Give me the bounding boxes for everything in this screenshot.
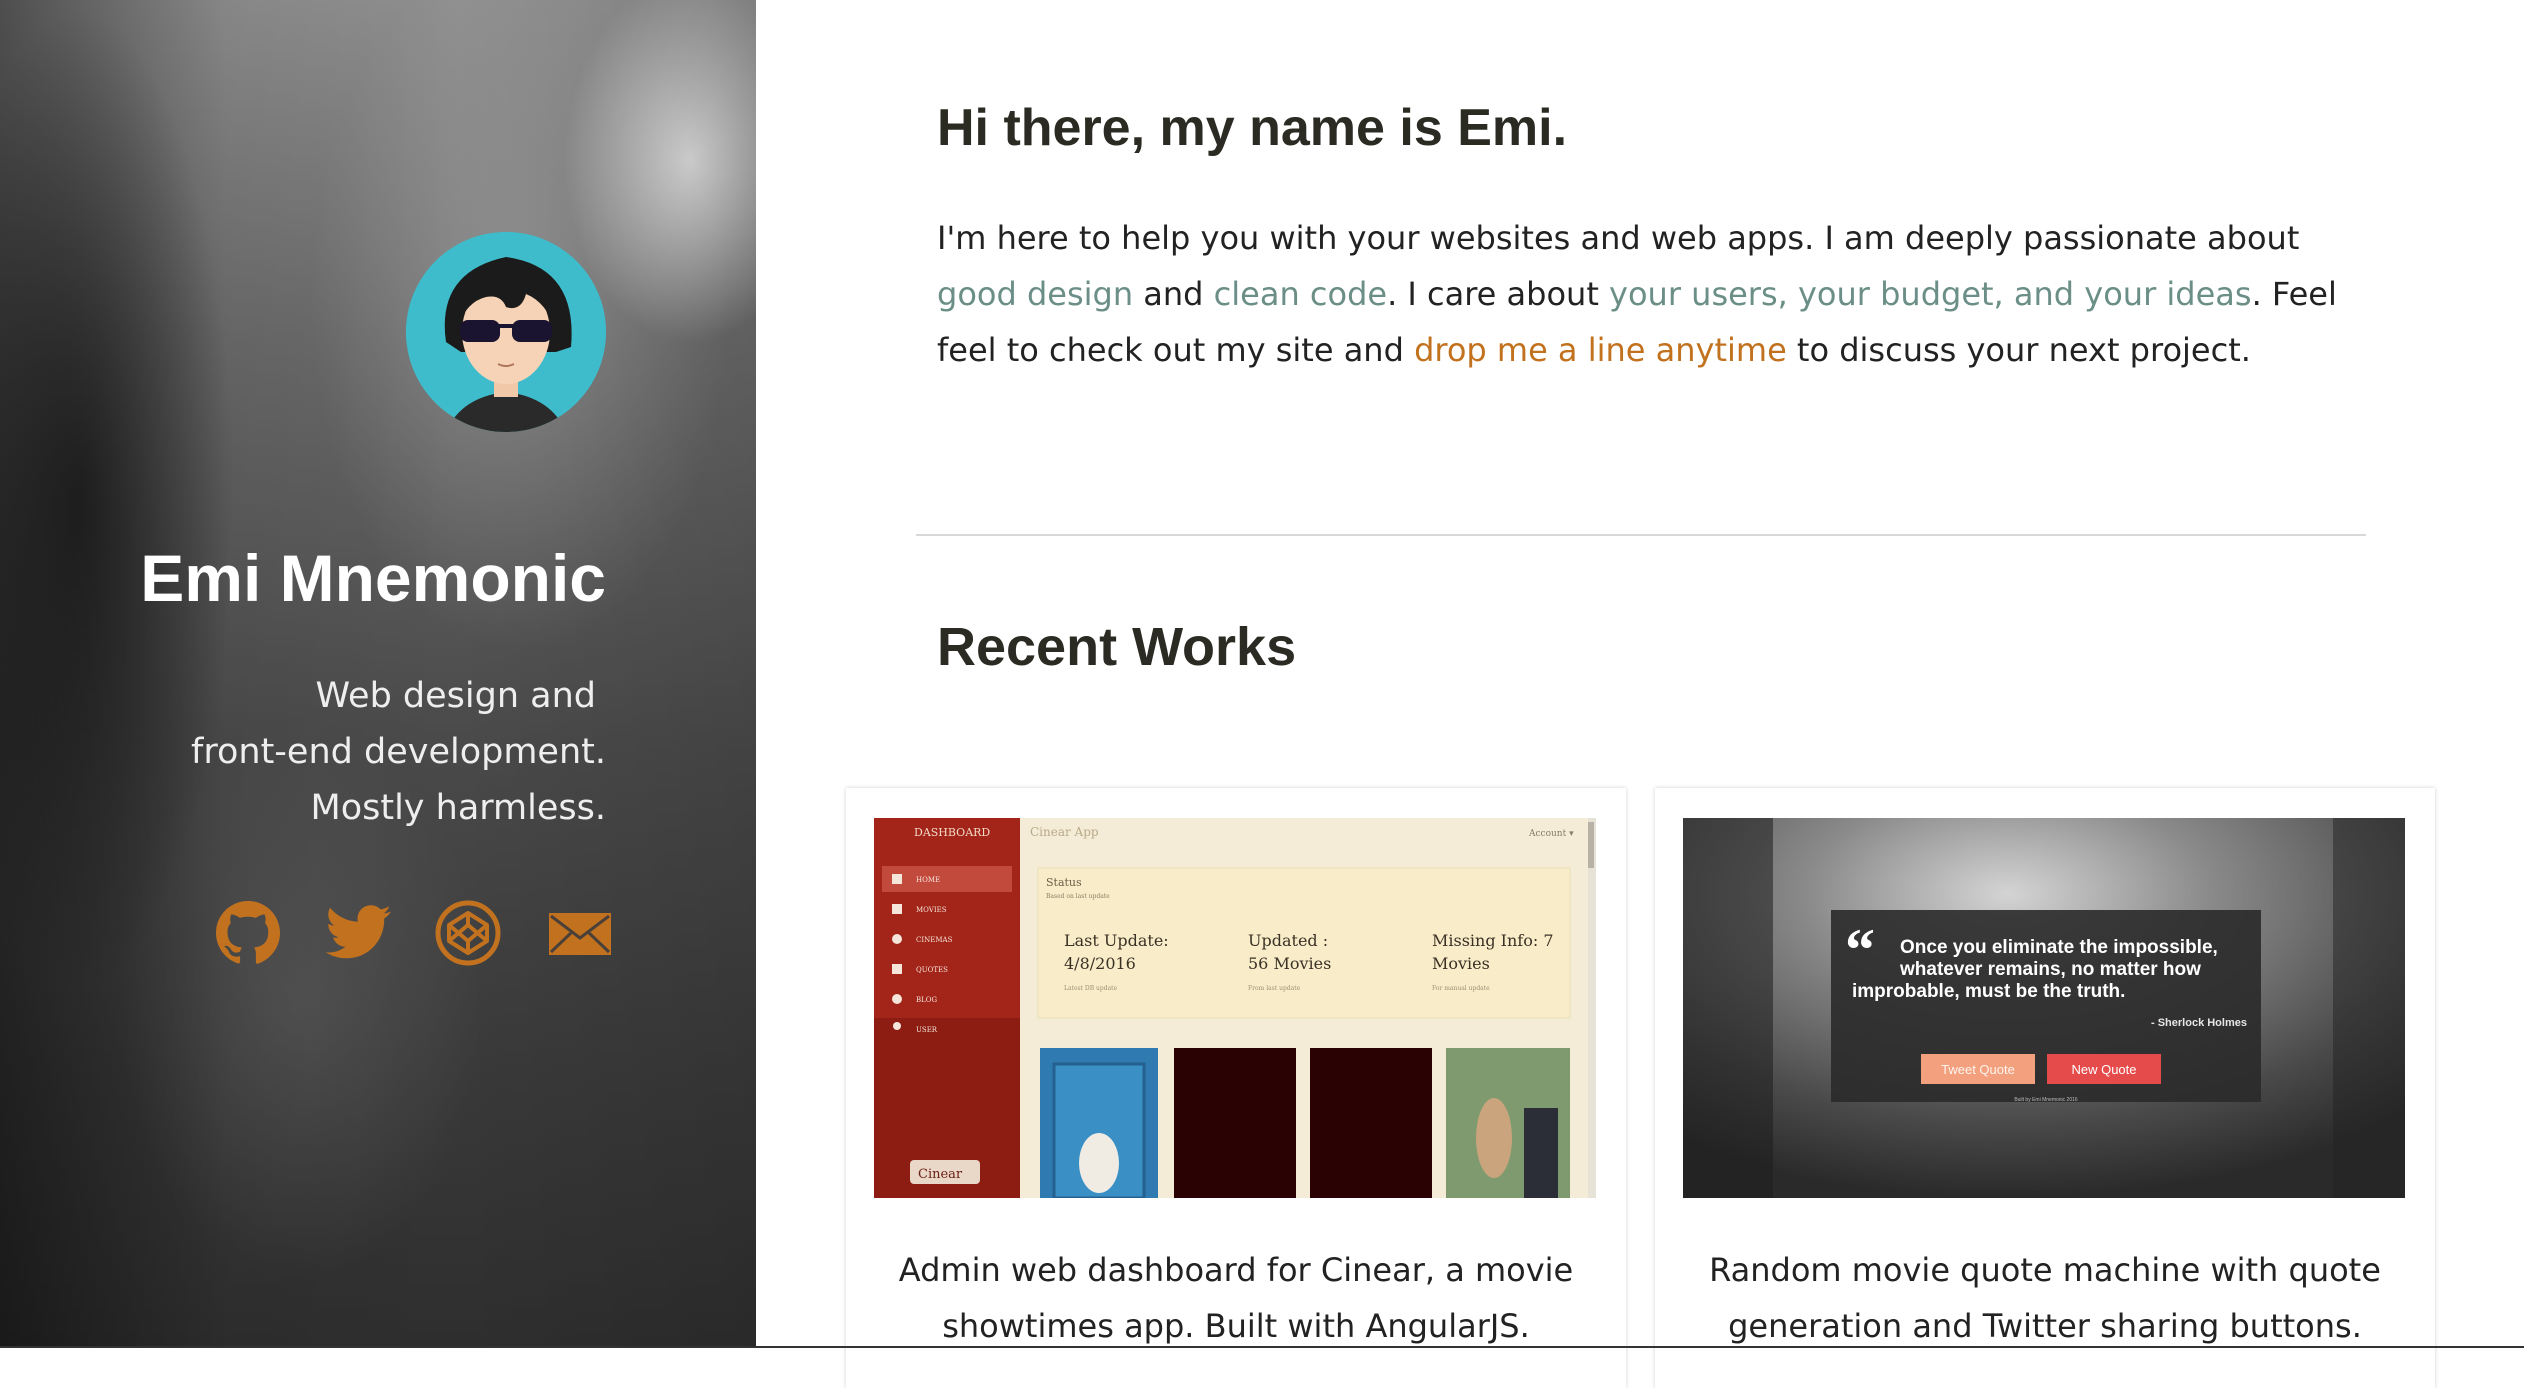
twitter-icon	[325, 905, 391, 959]
work-card-quote-machine[interactable]: “ Once you eliminate the impossible, wha…	[1655, 788, 2435, 1388]
avatar-illustration	[406, 232, 606, 432]
sidebar: Emi Mnemonic Web design and front-end de…	[0, 0, 756, 1348]
twitter-link[interactable]	[323, 898, 393, 968]
work-description: Admin web dashboard for Cinear, a movie …	[898, 1251, 1574, 1345]
thumb-stat-note: For manual update	[1432, 985, 1490, 992]
github-link[interactable]	[213, 898, 283, 968]
svg-text:whatever remains, no matter ho: whatever remains, no matter how	[1899, 959, 2201, 980]
email-link[interactable]	[545, 898, 615, 968]
thumb-stat-value: 4/8/2016	[1064, 954, 1136, 973]
cinear-dashboard-screenshot: DASHBOARD HOME MOVIES CINEMAS QUOTES BLO…	[874, 818, 1596, 1198]
cinear-dashboard-thumbnail[interactable]: DASHBOARD HOME MOVIES CINEMAS QUOTES BLO…	[874, 818, 1596, 1198]
codepen-icon	[435, 900, 501, 966]
good-design-link[interactable]: good design	[937, 275, 1133, 313]
thumb-menu-item: USER	[916, 1026, 938, 1034]
intro-text: . I care about	[1387, 275, 1610, 313]
thumb-stat-label: Last Update:	[1064, 931, 1169, 950]
thumb-menu-item: HOME	[916, 876, 940, 884]
thumb-credit: Built by Emi Mnemonic 2016	[2014, 1097, 2078, 1103]
intro-text: to discuss your next project.	[1786, 331, 2251, 369]
thumb-menu-item: MOVIES	[916, 906, 947, 914]
users-budget-ideas-link[interactable]: your users, your budget, and your ideas	[1609, 275, 2252, 313]
contact-link[interactable]: drop me a line anytime	[1414, 331, 1787, 369]
codepen-link[interactable]	[433, 898, 503, 968]
thumb-app-title: Cinear App	[1030, 825, 1099, 839]
svg-text:improbable, must be the truth.: improbable, must be the truth.	[1852, 981, 2125, 1002]
thumb-account: Account ▾	[1528, 829, 1574, 839]
svg-text:Once you eliminate the impossi: Once you eliminate the impossible,	[1900, 937, 2218, 958]
work-description: Random movie quote machine with quote ge…	[1709, 1251, 2381, 1345]
thumb-menu-item: BLOG	[916, 996, 938, 1004]
thumb-stat-note: From last update	[1248, 985, 1301, 992]
thumb-menu-item: QUOTES	[916, 966, 948, 974]
intro-text: I'm here to help you with your websites …	[937, 219, 2300, 257]
thumb-stat-note: Latest DB update	[1064, 985, 1118, 992]
intro-heading: Hi there, my name is Emi.	[937, 99, 1568, 157]
intro-paragraph: I'm here to help you with your websites …	[937, 210, 2367, 378]
section-divider	[916, 534, 2366, 536]
thumb-stat-label: Updated :	[1248, 931, 1328, 950]
thumb-tweet-button: Tweet Quote	[1941, 1062, 2015, 1077]
quote-machine-screenshot: “ Once you eliminate the impossible, wha…	[1683, 818, 2405, 1198]
main-content: Hi there, my name is Emi. I'm here to he…	[756, 0, 2524, 1388]
thumb-status-sub: Based on last update	[1046, 893, 1110, 900]
profile-tagline: Web design and front-end development. Mo…	[191, 668, 606, 836]
avatar	[406, 232, 606, 432]
clean-code-link[interactable]: clean code	[1214, 275, 1387, 313]
thumb-new-quote-button: New Quote	[2071, 1062, 2136, 1077]
quote-machine-thumbnail[interactable]: “ Once you eliminate the impossible, wha…	[1683, 818, 2405, 1198]
thumb-logo: Cinear	[918, 1167, 963, 1182]
intro-text: and	[1133, 275, 1214, 313]
work-card-cinear[interactable]: DASHBOARD HOME MOVIES CINEMAS QUOTES BLO…	[846, 788, 1626, 1388]
profile-name: Emi Mnemonic	[140, 541, 606, 615]
thumb-stat-value: Movies	[1432, 954, 1490, 973]
tagline-line: Web design and	[315, 676, 596, 716]
tagline-line: Mostly harmless.	[310, 788, 606, 828]
thumb-status-title: Status	[1046, 876, 1082, 889]
tagline-line: front-end development.	[191, 732, 606, 772]
github-icon	[216, 901, 280, 964]
thumb-stat-label: Missing Info: 7	[1432, 931, 1554, 950]
thumb-sidebar-title: DASHBOARD	[914, 826, 990, 839]
recent-works-heading: Recent Works	[937, 617, 1297, 677]
thumb-stat-value: 56 Movies	[1248, 954, 1331, 973]
svg-text:“: “	[1845, 917, 1875, 983]
mail-icon	[549, 913, 611, 955]
thumb-quote-author: - Sherlock Holmes	[2151, 1017, 2247, 1029]
thumb-menu-item: CINEMAS	[916, 936, 953, 944]
